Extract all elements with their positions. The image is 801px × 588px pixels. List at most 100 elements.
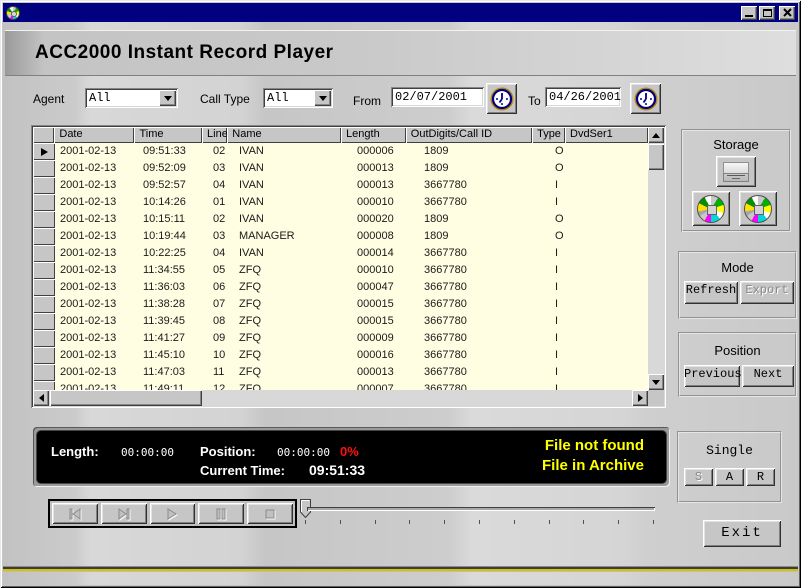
row-selector[interactable] xyxy=(33,347,55,364)
skip-to-start-button[interactable] xyxy=(52,503,98,524)
horizontal-scrollbar[interactable] xyxy=(33,390,648,406)
grid-cell[interactable] xyxy=(584,143,648,160)
grid-cell[interactable]: 09:51:33 xyxy=(138,143,208,160)
grid-cell[interactable]: 02 xyxy=(208,211,234,228)
grid-cell[interactable]: 11:38:28 xyxy=(138,296,208,313)
grid-cell[interactable]: 000006 xyxy=(352,143,419,160)
grid-cell[interactable]: IVAN xyxy=(234,143,352,160)
table-row[interactable]: 2001-02-1311:34:5505ZFQ0000103667780I xyxy=(33,262,648,279)
grid-cell[interactable]: ZFQ xyxy=(234,364,352,381)
grid-cell[interactable]: 12 xyxy=(208,381,234,390)
grid-cell[interactable]: I xyxy=(550,279,584,296)
grid-cell[interactable]: I xyxy=(550,194,584,211)
grid-cell[interactable]: 2001-02-13 xyxy=(55,279,138,296)
row-selector[interactable] xyxy=(33,296,55,313)
grid-cell[interactable]: IVAN xyxy=(234,160,352,177)
grid-cell[interactable]: 3667780 xyxy=(419,296,550,313)
call-type-dropdown-button[interactable] xyxy=(314,90,331,106)
grid-cell[interactable]: IVAN xyxy=(234,245,352,262)
grid-cell[interactable]: 11:45:10 xyxy=(138,347,208,364)
export-button[interactable]: Export xyxy=(740,281,794,304)
table-row[interactable]: 2001-02-1310:19:4403MANAGER0000081809O xyxy=(33,228,648,245)
storage-drive-button[interactable] xyxy=(716,156,756,187)
grid-cell[interactable]: 3667780 xyxy=(419,381,550,390)
slider-track[interactable] xyxy=(307,507,655,511)
grid-cell[interactable]: 2001-02-13 xyxy=(55,364,138,381)
scroll-left-button[interactable] xyxy=(33,390,49,406)
scroll-right-button[interactable] xyxy=(632,390,648,406)
call-type-combobox[interactable]: All xyxy=(263,88,333,108)
table-row[interactable]: 2001-02-1311:36:0306ZFQ0000473667780I xyxy=(33,279,648,296)
next-button[interactable]: Next xyxy=(742,365,794,387)
table-row[interactable]: 2001-02-1310:15:1102IVAN0000201809O xyxy=(33,211,648,228)
grid-cell[interactable]: 2001-02-13 xyxy=(55,143,138,160)
exit-button[interactable]: Exit xyxy=(703,520,781,547)
grid-cell[interactable]: 3667780 xyxy=(419,262,550,279)
grid-cell[interactable] xyxy=(584,296,648,313)
grid-cell[interactable]: 09:52:09 xyxy=(138,160,208,177)
table-row[interactable]: 2001-02-1309:52:0903IVAN0000131809O xyxy=(33,160,648,177)
row-selector[interactable] xyxy=(33,279,55,296)
table-row[interactable]: 2001-02-1310:14:2601IVAN0000103667780I xyxy=(33,194,648,211)
table-row[interactable]: 2001-02-1311:45:1010ZFQ0000163667780I xyxy=(33,347,648,364)
grid-cell[interactable]: 2001-02-13 xyxy=(55,211,138,228)
table-row[interactable]: 2001-02-1311:49:1112ZFQ0000073667780I xyxy=(33,381,648,390)
grid-cell[interactable]: 2001-02-13 xyxy=(55,296,138,313)
grid-cell[interactable]: 11 xyxy=(208,364,234,381)
to-date-field[interactable]: 04/26/2001 xyxy=(545,87,621,107)
horizontal-scroll-thumb[interactable] xyxy=(50,390,202,406)
row-selector[interactable] xyxy=(33,228,55,245)
grid-cell[interactable]: 07 xyxy=(208,296,234,313)
grid-cell[interactable]: 2001-02-13 xyxy=(55,262,138,279)
grid-cell[interactable]: 11:47:03 xyxy=(138,364,208,381)
grid-cell[interactable]: 000013 xyxy=(352,177,419,194)
grid-cell[interactable]: I xyxy=(550,262,584,279)
scroll-down-button[interactable] xyxy=(648,374,664,390)
grid-cell[interactable]: 08 xyxy=(208,313,234,330)
grid-cell[interactable]: 3667780 xyxy=(419,279,550,296)
grid-cell[interactable]: 2001-02-13 xyxy=(55,194,138,211)
table-row[interactable]: 2001-02-1311:38:2807ZFQ0000153667780I xyxy=(33,296,648,313)
grid-cell[interactable]: 01 xyxy=(208,194,234,211)
grid-cell[interactable]: 03 xyxy=(208,228,234,245)
row-selector[interactable] xyxy=(33,330,55,347)
grid-cell[interactable]: I xyxy=(550,313,584,330)
grid-cell[interactable]: 06 xyxy=(208,279,234,296)
grid-cell[interactable]: I xyxy=(550,245,584,262)
grid-cell[interactable]: 02 xyxy=(208,143,234,160)
grid-cell[interactable]: 000015 xyxy=(352,313,419,330)
row-selector[interactable] xyxy=(33,313,55,330)
row-selector[interactable] xyxy=(33,177,55,194)
table-row[interactable]: 2001-02-1311:39:4508ZFQ0000153667780I xyxy=(33,313,648,330)
grid-cell[interactable]: MANAGER xyxy=(234,228,352,245)
single-r-button[interactable]: R xyxy=(746,468,775,486)
grid-cell[interactable]: 2001-02-13 xyxy=(55,160,138,177)
grid-cell[interactable]: IVAN xyxy=(234,177,352,194)
grid-cell[interactable]: 000047 xyxy=(352,279,419,296)
row-selector[interactable] xyxy=(33,160,55,177)
grid-cell[interactable]: 10 xyxy=(208,347,234,364)
column-header[interactable]: Time xyxy=(134,127,202,143)
grid-cell[interactable]: 000014 xyxy=(352,245,419,262)
stop-button[interactable] xyxy=(247,503,293,524)
grid-cell[interactable]: O xyxy=(550,143,584,160)
refresh-button[interactable]: Refresh xyxy=(684,281,738,304)
from-date-picker-button[interactable] xyxy=(486,83,517,114)
grid-cell[interactable] xyxy=(584,262,648,279)
grid-cell[interactable]: 000008 xyxy=(352,228,419,245)
single-s-button[interactable]: S xyxy=(684,468,713,486)
column-header[interactable]: Length xyxy=(341,127,406,143)
grid-cell[interactable] xyxy=(584,245,648,262)
minimize-button[interactable] xyxy=(741,6,757,20)
grid-cell[interactable]: IVAN xyxy=(234,194,352,211)
to-date-picker-button[interactable] xyxy=(630,83,661,114)
grid-cell[interactable] xyxy=(584,194,648,211)
pause-button[interactable] xyxy=(198,503,244,524)
grid-cell[interactable]: I xyxy=(550,364,584,381)
grid-cell[interactable]: 11:41:27 xyxy=(138,330,208,347)
play-button[interactable] xyxy=(150,503,196,524)
column-header[interactable]: Type xyxy=(532,127,565,143)
grid-cell[interactable]: 3667780 xyxy=(419,194,550,211)
grid-cell[interactable]: 10:14:26 xyxy=(138,194,208,211)
grid-cell[interactable]: I xyxy=(550,330,584,347)
